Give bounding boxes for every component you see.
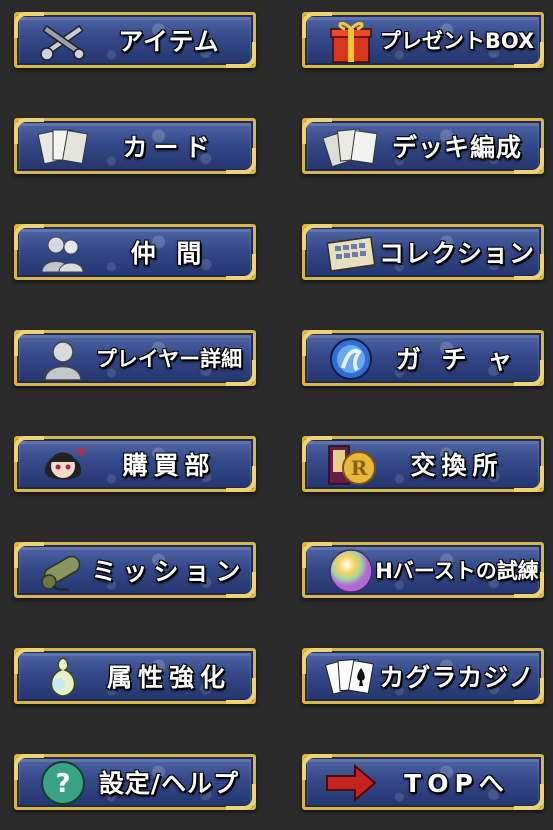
present-box-button[interactable]: プレゼントBOX [302,12,544,68]
cards-icon [35,124,91,170]
arrow-right-icon [323,760,379,806]
shop-label: 購買部 [122,451,216,480]
top-label: TOPへ [404,769,510,798]
player-icon [35,336,91,382]
settings-help-button[interactable]: ? 設定/ヘルプ [14,754,256,810]
friends-button[interactable]: 仲 間 [14,224,256,280]
svg-text:R: R [351,456,368,480]
gacha-button[interactable]: ガ チ ャ [302,330,544,386]
main-menu: アイテム プレゼントBOX カード デッキ編成 仲 間 コレクション プレイヤー… [0,0,553,830]
kagura-casino-label: カグラカジノ [379,663,535,692]
present-box-icon [323,18,379,64]
collection-label: コレクション [379,239,536,268]
top-button[interactable]: TOPへ [302,754,544,810]
gacha-orb-icon [323,336,379,382]
svg-text:?: ? [55,769,70,799]
player-detail-button[interactable]: プレイヤー詳細 [14,330,256,386]
exchange-label: 交換所 [410,451,504,480]
deck-button[interactable]: デッキ編成 [302,118,544,174]
mission-button[interactable]: ミッション [14,542,256,598]
h-burst-trial-label: Hバーストの試練 [375,559,539,583]
present-box-label: プレゼントBOX [379,29,535,53]
friends-icon [35,230,91,276]
collection-album-icon [323,230,379,276]
shop-button[interactable]: 購買部 [14,436,256,492]
exchange-coin-icon: R [323,442,379,488]
gacha-label: ガ チ ャ [395,345,519,374]
player-detail-label: プレイヤー詳細 [95,347,243,371]
attribute-enhance-label: 属性強化 [106,663,231,692]
card-label: カード [122,133,216,162]
kagura-casino-button[interactable]: カグラカジノ [302,648,544,704]
collection-button[interactable]: コレクション [302,224,544,280]
playing-cards-icon [323,654,379,700]
mission-label: ミッション [91,557,247,586]
attribute-enhance-button[interactable]: 属性強化 [14,648,256,704]
help-icon: ? [35,760,91,806]
card-button[interactable]: カード [14,118,256,174]
exchange-button[interactable]: R 交換所 [302,436,544,492]
friends-label: 仲 間 [130,239,208,268]
weapons-icon [35,18,91,64]
burst-orb-icon [323,548,379,594]
deck-cards-icon [323,124,379,170]
shop-girl-icon [35,442,91,488]
item-button[interactable]: アイテム [14,12,256,68]
h-burst-trial-button[interactable]: Hバーストの試練 [302,542,544,598]
deck-label: デッキ編成 [391,133,522,162]
item-label: アイテム [118,27,220,56]
gourd-icon [35,654,91,700]
scroll-icon [35,548,91,594]
settings-help-label: 設定/ヘルプ [98,769,240,798]
